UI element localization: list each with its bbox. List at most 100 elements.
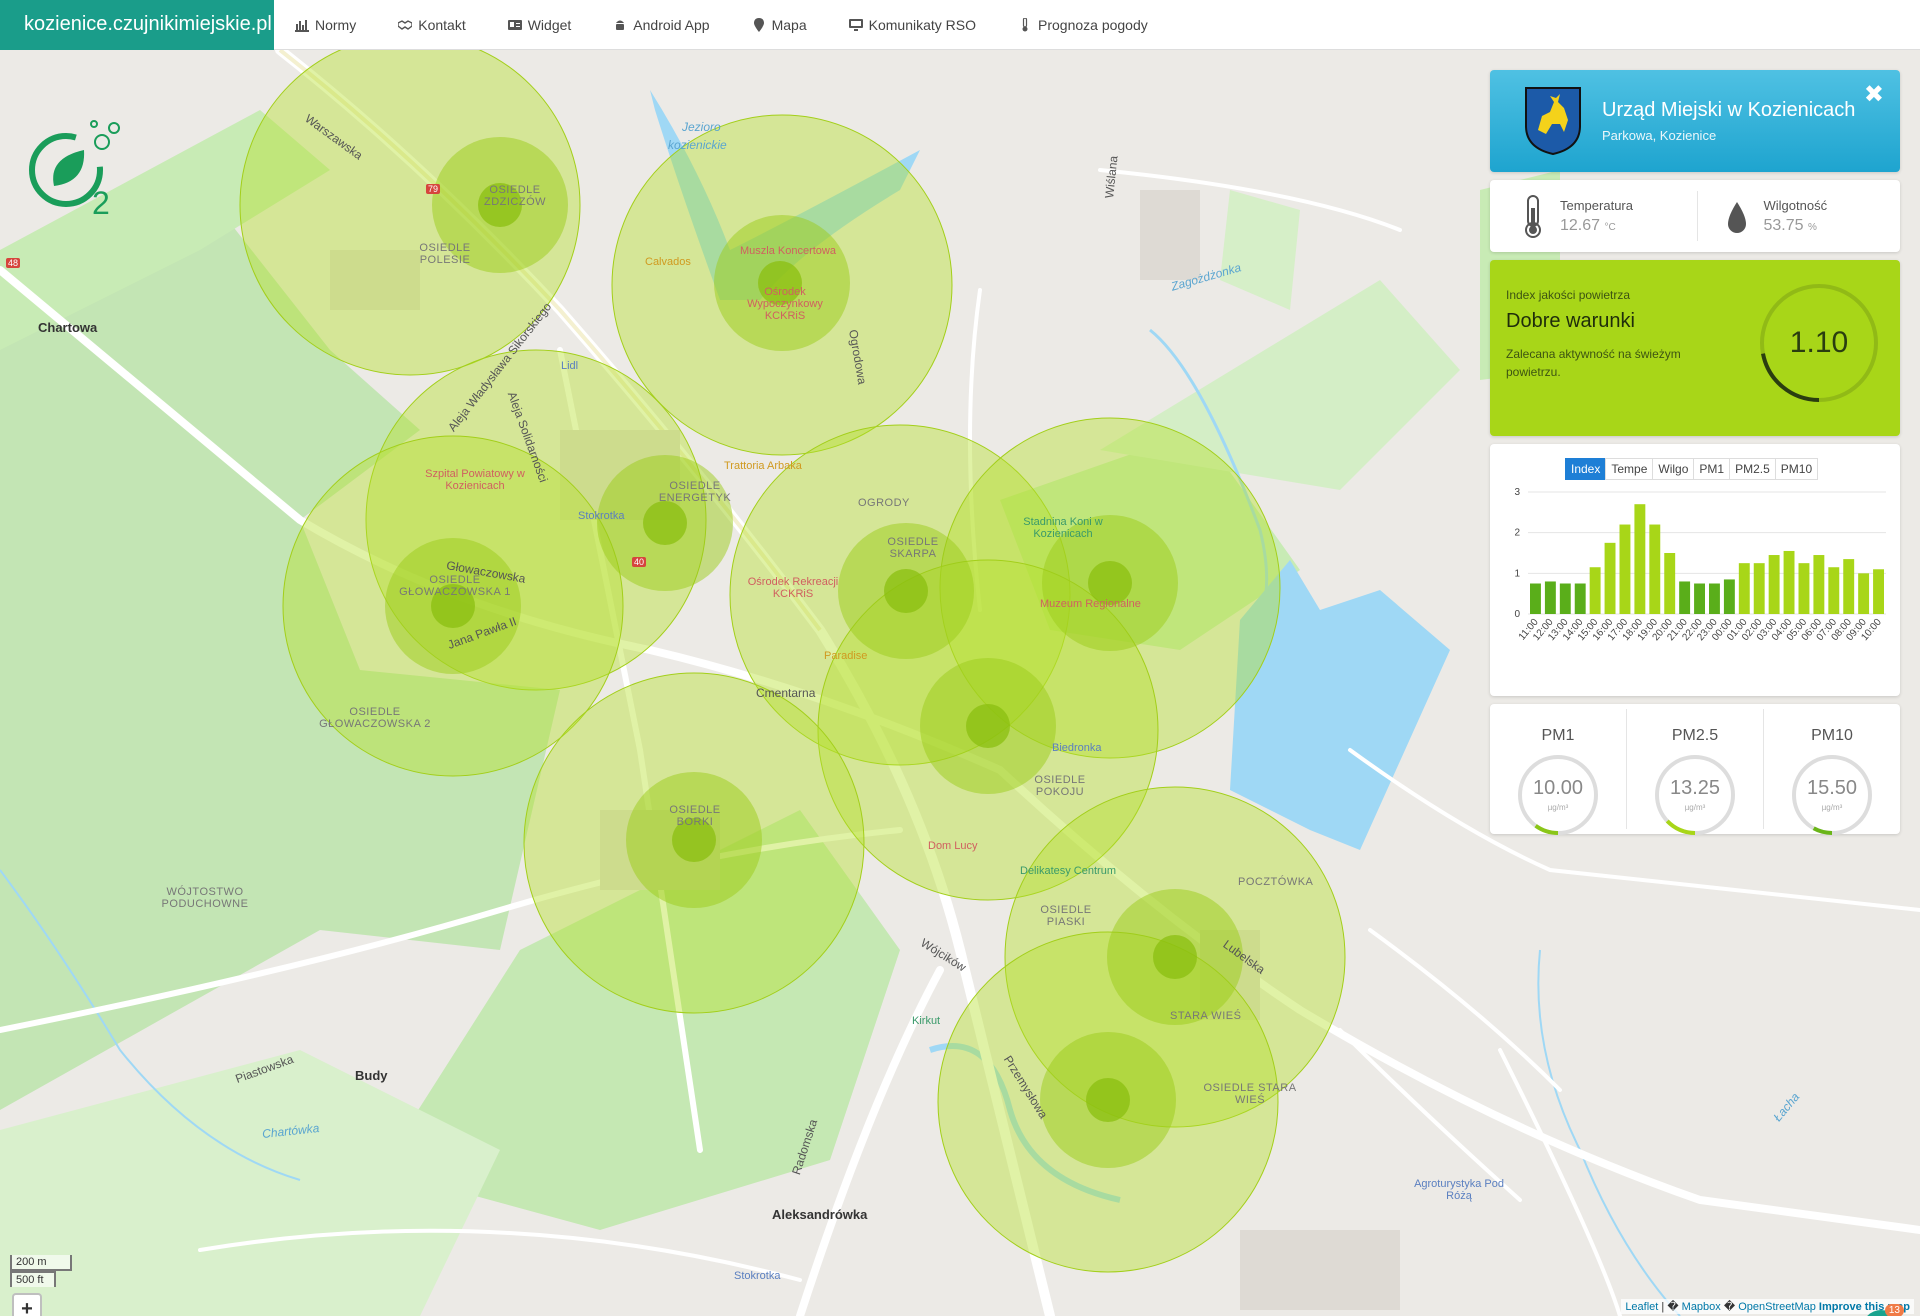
pm25-value: 13.25 bbox=[1669, 777, 1721, 799]
chart-bar[interactable] bbox=[1634, 504, 1646, 614]
nav-prognoza[interactable]: Prognoza pogody bbox=[997, 0, 1169, 50]
nav-komunikaty-label: Komunikaty RSO bbox=[868, 16, 976, 33]
map-label-muszla: Muszla Koncertowa bbox=[740, 245, 836, 257]
chart-bar[interactable] bbox=[1530, 583, 1541, 615]
chart-bar[interactable] bbox=[1694, 583, 1705, 615]
map-label-dom-lucy: Dom Lucy bbox=[928, 840, 978, 852]
map-label-stara-wies: STARA WIEŚ bbox=[1170, 1010, 1242, 1022]
map-label-kirkut: Kirkut bbox=[912, 1015, 941, 1027]
chart-y-tick: 0 bbox=[1514, 609, 1520, 620]
road-badge-79: 79 bbox=[426, 184, 441, 194]
nav-kontakt[interactable]: Kontakt bbox=[377, 0, 486, 50]
chart-bar[interactable] bbox=[1649, 524, 1661, 614]
o2-logo: 2 bbox=[29, 120, 120, 220]
map-label-osiedle-glowaczowska-2: OSIEDLE GŁOWACZOWSKA 2 bbox=[319, 706, 431, 730]
chart-bar[interactable] bbox=[1723, 579, 1735, 614]
close-panel-button[interactable]: ✖ bbox=[1864, 80, 1884, 109]
nav-android[interactable]: Android App bbox=[592, 0, 730, 50]
attr-sep-2: � bbox=[1720, 1301, 1739, 1313]
nav-mapa-label: Mapa bbox=[771, 16, 807, 33]
station-address: Parkowa, Kozienice bbox=[1602, 128, 1717, 143]
station-header: Urząd Miejski w Kozienicach Parkowa, Koz… bbox=[1490, 70, 1900, 172]
notification-badge: 13 bbox=[1884, 1304, 1904, 1316]
tab-temperature[interactable]: Tempe bbox=[1605, 458, 1654, 480]
history-chart-card: Index Tempe Wilgo PM1 PM2.5 PM10 0 1 2 3 11:… bbox=[1490, 444, 1900, 696]
weather-card: Temperatura 12.67 °C Wilgotność 53.75 % bbox=[1490, 180, 1900, 252]
chart-bar[interactable] bbox=[1619, 524, 1631, 614]
chart-bar[interactable] bbox=[1604, 542, 1616, 614]
aqi-card: Index jakości powietrza Dobre warunki Za… bbox=[1490, 260, 1900, 436]
chart-bar[interactable] bbox=[1544, 581, 1556, 614]
map-label-osiedle-skarpa: OSIEDLE SKARPA bbox=[887, 536, 939, 560]
tab-pm10[interactable]: PM10 bbox=[1774, 458, 1819, 480]
pm10-unit: µg/m³ bbox=[1821, 803, 1843, 812]
osm-link[interactable]: OpenStreetMap bbox=[1738, 1301, 1816, 1313]
tab-humidity[interactable]: Wilgo bbox=[1652, 458, 1695, 480]
chart-bar[interactable] bbox=[1828, 567, 1840, 614]
map-label-calvados: Calvados bbox=[645, 256, 691, 268]
map-marker-icon bbox=[753, 17, 764, 32]
road-badge-48: 48 bbox=[6, 258, 21, 268]
chart-bar[interactable] bbox=[1783, 550, 1795, 614]
chart-bar[interactable] bbox=[1709, 583, 1720, 615]
map-label-osiedle-zdziczow: OSIEDLE ZDZICZÓW bbox=[483, 184, 547, 208]
mapbox-link[interactable]: Mapbox bbox=[1682, 1301, 1721, 1313]
map-label-szpital: Szpital Powiatowy w Kozienicach bbox=[425, 468, 525, 492]
map-label-osiedle-piaski: OSIEDLE PIASKI bbox=[1040, 904, 1092, 928]
chart-bar[interactable] bbox=[1813, 555, 1825, 614]
tab-pm25[interactable]: PM2.5 bbox=[1729, 458, 1776, 480]
chart-bar[interactable] bbox=[1843, 559, 1855, 614]
nav-komunikaty[interactable]: Komunikaty RSO bbox=[828, 0, 997, 50]
map-label-biedronka: Biedronka bbox=[1052, 742, 1102, 754]
temperature-item: Temperatura 12.67 °C bbox=[1490, 191, 1697, 241]
chart-bar[interactable] bbox=[1753, 563, 1765, 614]
map-label-osiedle-borki: OSIEDLE BORKI bbox=[669, 804, 721, 828]
chart-bar[interactable] bbox=[1574, 583, 1586, 615]
map-label-lidl: Lidl bbox=[561, 360, 579, 372]
leaflet-link[interactable]: Leaflet bbox=[1625, 1301, 1658, 1313]
chart-bar[interactable] bbox=[1679, 581, 1691, 614]
index-bar-chart: 012311:0012:0013:0014:0015:0016:0017:001… bbox=[1514, 487, 1886, 643]
attr-sep-1: | � bbox=[1658, 1301, 1682, 1313]
chart-bar[interactable] bbox=[1798, 563, 1810, 614]
zoom-in-button[interactable]: + bbox=[14, 1295, 40, 1316]
map-label-osiedle-polesie: OSIEDLE POLESIE bbox=[419, 242, 471, 266]
nav-mapa[interactable]: Mapa bbox=[731, 0, 828, 50]
chart-y-tick: 2 bbox=[1514, 528, 1520, 539]
temperature-unit: °C bbox=[1604, 221, 1616, 233]
aqi-value: 1.10 bbox=[1789, 326, 1849, 359]
map-label-osiedle-energetyk: OSIEDLE ENERGETYK bbox=[658, 480, 732, 504]
chart-bar[interactable] bbox=[1768, 555, 1780, 614]
nav-widget[interactable]: Widget bbox=[487, 0, 593, 50]
map-label-pocztowka: POCZTÓWKA bbox=[1238, 876, 1314, 888]
temperature-value: 12.67 bbox=[1560, 216, 1601, 234]
pm10-value: 15.50 bbox=[1806, 777, 1858, 799]
map-label-osiedle-pokoju: OSIEDLE POKOJU bbox=[1034, 774, 1086, 798]
chart-bar[interactable] bbox=[1873, 569, 1884, 614]
tab-index[interactable]: Index bbox=[1565, 458, 1607, 480]
temperature-label: Temperatura bbox=[1560, 197, 1633, 213]
chart-bar[interactable] bbox=[1664, 553, 1676, 614]
pm25-item: PM2.5 13.25 µg/m³ bbox=[1626, 709, 1763, 835]
humidity-label: Wilgotność bbox=[1763, 197, 1828, 213]
pm25-unit: µg/m³ bbox=[1684, 803, 1706, 812]
map-label-osrodek: Ośrodek Wypoczynkowy KCKRiS bbox=[747, 286, 823, 322]
chart-bar[interactable] bbox=[1738, 563, 1750, 614]
humidity-unit: % bbox=[1808, 221, 1817, 233]
map-scale: 200 m 500 ft bbox=[10, 1255, 72, 1287]
map-label-stokrotka-2: Stokrotka bbox=[734, 1270, 781, 1282]
nav-normy[interactable]: Normy bbox=[274, 0, 377, 50]
id-card-icon bbox=[507, 19, 522, 30]
brand-link[interactable]: kozienice.czujnikimiejskie.pl bbox=[0, 0, 274, 50]
zoom-control: + − bbox=[12, 1293, 42, 1316]
water-drop-icon bbox=[1727, 202, 1746, 233]
nav-prognoza-label: Prognoza pogody bbox=[1038, 16, 1148, 33]
chart-bar[interactable] bbox=[1559, 583, 1571, 615]
chart-bar[interactable] bbox=[1589, 567, 1601, 614]
station-panel: Urząd Miejski w Kozienicach Parkowa, Koz… bbox=[1490, 70, 1900, 842]
nav-normy-label: Normy bbox=[315, 16, 357, 33]
chart-bar[interactable] bbox=[1858, 573, 1870, 614]
tab-pm1[interactable]: PM1 bbox=[1693, 458, 1731, 480]
navbar: kozienice.czujnikimiejskie.pl Normy Kont… bbox=[0, 0, 1920, 50]
nav-kontakt-label: Kontakt bbox=[418, 16, 466, 33]
